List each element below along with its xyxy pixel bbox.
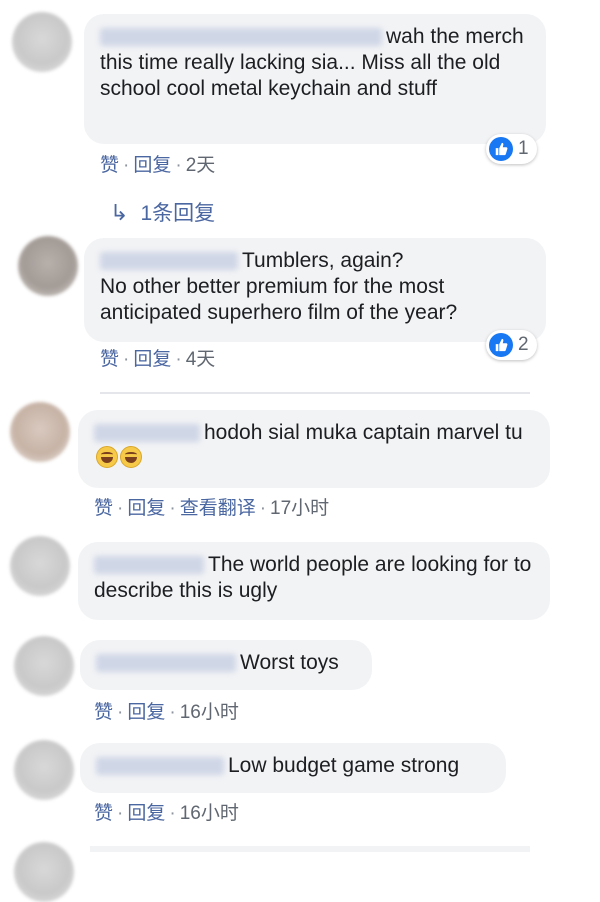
commenter-avatar[interactable] — [10, 402, 70, 462]
comment-bubble: The world people are looking for to desc… — [78, 542, 550, 620]
commenter-name[interactable] — [96, 757, 224, 776]
timestamp[interactable]: 17小时 — [270, 498, 329, 519]
comment-bubble: Worst toys — [80, 640, 372, 690]
comment-actions: 赞 · 回复 · 4天 — [100, 349, 216, 370]
timestamp[interactable]: 16小时 — [180, 702, 239, 723]
commenter-avatar[interactable] — [10, 536, 70, 596]
timestamp[interactable]: 2天 — [186, 155, 216, 176]
timestamp[interactable]: 16小时 — [180, 803, 239, 824]
reply-button[interactable]: 回复 — [127, 498, 165, 519]
comment-actions: 赞 · 回复 · 2天 — [100, 155, 216, 176]
reaction-count[interactable]: 1 — [486, 134, 537, 164]
commenter-name[interactable] — [94, 424, 200, 443]
timestamp[interactable]: 4天 — [186, 349, 216, 370]
rolling-laughing-emoji — [96, 446, 118, 468]
like-button[interactable]: 赞 — [94, 498, 113, 519]
next-comment-edge — [90, 846, 530, 852]
rolling-laughing-emoji — [120, 446, 142, 468]
comment-text: Low budget game strong — [228, 754, 460, 777]
comment-bubble: Tumblers, again? No other better premium… — [84, 238, 546, 342]
comment-actions: 赞 · 回复 · 16小时 — [94, 803, 239, 824]
reply-button[interactable]: 回复 — [133, 155, 171, 176]
reply-button[interactable]: 回复 — [133, 349, 171, 370]
comment-text: Tumblers, again? — [242, 249, 404, 272]
like-icon — [489, 137, 513, 161]
comment-bubble: hodoh sial muka captain marvel tu — [78, 410, 550, 488]
commenter-avatar[interactable] — [18, 236, 78, 296]
comment-text: hodoh sial muka captain marvel tu — [204, 421, 523, 444]
reply-arrow-icon: ↳ — [110, 200, 129, 225]
like-button[interactable]: 赞 — [100, 349, 119, 370]
reply-button[interactable]: 回复 — [127, 702, 165, 723]
comment-text: Worst toys — [240, 651, 339, 674]
commenter-name[interactable] — [100, 252, 238, 271]
see-translation-button[interactable]: 查看翻译 — [180, 498, 256, 519]
commenter-name[interactable] — [94, 556, 204, 575]
view-replies-link[interactable]: ↳ 1条回复 — [110, 197, 215, 227]
like-icon — [489, 333, 513, 357]
commenter-avatar[interactable] — [12, 12, 72, 72]
like-button[interactable]: 赞 — [94, 803, 113, 824]
comment-actions: 赞 · 回复 · 查看翻译 · 17小时 — [94, 498, 330, 519]
comment-actions: 赞 · 回复 · 16小时 — [94, 702, 239, 723]
reply-button[interactable]: 回复 — [127, 803, 165, 824]
overlap-divider — [100, 392, 530, 394]
commenter-avatar[interactable] — [14, 636, 74, 696]
like-button[interactable]: 赞 — [100, 155, 119, 176]
comment-text-continued: No other better premium for the most ant… — [100, 275, 458, 324]
comment-bubble: Low budget game strong — [80, 743, 506, 793]
commenter-name[interactable] — [100, 28, 382, 47]
commenter-avatar[interactable] — [14, 842, 74, 902]
comment-bubble: wah the merch this time really lacking s… — [84, 14, 546, 144]
commenter-name[interactable] — [96, 654, 236, 673]
reaction-count[interactable]: 2 — [486, 330, 537, 360]
like-button[interactable]: 赞 — [94, 702, 113, 723]
commenter-avatar[interactable] — [14, 740, 74, 800]
